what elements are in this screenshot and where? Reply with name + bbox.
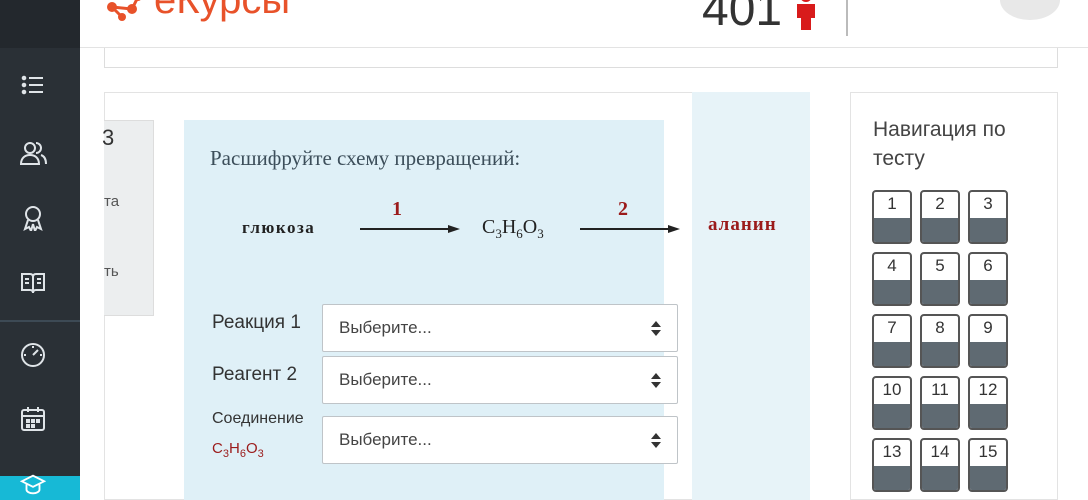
select-caret-icon xyxy=(651,433,661,449)
header: еКурсы 401 xyxy=(80,0,1088,48)
quiz-nav-button-number: 6 xyxy=(983,256,993,275)
quiz-nav-button-number: 15 xyxy=(978,442,998,461)
question-info: 3 та ть xyxy=(102,120,154,316)
quiz-nav-button-number: 3 xyxy=(983,194,993,213)
arrow-2-head xyxy=(668,225,680,233)
header-separator xyxy=(846,0,848,36)
arrow-1-label: 1 xyxy=(392,198,402,220)
quiz-nav-button-number: 7 xyxy=(887,318,897,337)
book-icon[interactable] xyxy=(18,268,48,298)
quiz-nav-button-state xyxy=(970,466,1006,490)
quiz-nav-button[interactable]: 10 xyxy=(872,376,912,430)
quiz-navigation-title: Навигация по тесту xyxy=(873,118,1006,170)
logo-icon xyxy=(107,0,140,21)
quiz-nav-button-state xyxy=(970,404,1006,428)
arrow-1-head xyxy=(448,225,460,233)
avatar[interactable] xyxy=(1000,0,1060,20)
sidebar-top xyxy=(0,0,80,48)
select-caret-icon xyxy=(651,321,661,337)
quiz-nav-button[interactable]: 4 xyxy=(872,252,912,306)
quiz-nav-button[interactable]: 11 xyxy=(920,376,960,430)
top-card xyxy=(104,48,1058,68)
scheme-start: глюкоза xyxy=(242,218,316,237)
quiz-nav-button[interactable]: 13 xyxy=(872,438,912,492)
sidebar-active-item[interactable] xyxy=(0,474,80,500)
reaction-1-select[interactable]: Выберите... xyxy=(322,304,678,352)
quiz-nav-button[interactable]: 6 xyxy=(968,252,1008,306)
quiz-nav-button-state xyxy=(874,342,910,366)
reagent-2-label: Реагент 2 xyxy=(212,364,298,385)
quiz-nav-button[interactable]: 1 xyxy=(872,190,912,244)
arrow-2-label: 2 xyxy=(618,198,628,220)
list-icon[interactable] xyxy=(18,70,48,100)
quiz-nav-button-number: 11 xyxy=(931,380,949,399)
question-side-strip xyxy=(692,92,810,500)
quiz-nav-button-state xyxy=(922,404,958,428)
question-text: Расшифруйте схему превращений: xyxy=(210,146,521,170)
dashboard-icon[interactable] xyxy=(18,340,48,370)
quiz-nav-button-state xyxy=(874,466,910,490)
compound-select[interactable]: Выберите... xyxy=(322,416,678,464)
quiz-nav-button-number: 10 xyxy=(882,380,902,399)
score-counter: 401 xyxy=(702,0,783,36)
quiz-nav-button-number: 4 xyxy=(887,256,897,275)
sidebar xyxy=(0,0,80,500)
quiz-nav-button[interactable]: 15 xyxy=(968,438,1008,492)
quiz-nav-button-state xyxy=(922,280,958,304)
quiz-nav-button-number: 13 xyxy=(882,442,902,461)
scheme-end: аланин xyxy=(708,214,777,235)
arrow-2 xyxy=(580,228,670,230)
quiz-nav-button[interactable]: 12 xyxy=(968,376,1008,430)
quiz-nav-button-number: 5 xyxy=(935,256,945,275)
quiz-nav-button-state xyxy=(874,280,910,304)
quiz-nav-button-state xyxy=(874,404,910,428)
reagent-2-select[interactable]: Выберите... xyxy=(322,356,678,404)
logo-text: еКурсы xyxy=(154,0,291,22)
users-icon[interactable] xyxy=(18,138,48,168)
quiz-nav-button-state xyxy=(922,218,958,242)
badge-icon[interactable] xyxy=(18,202,48,232)
quiz-nav-button[interactable]: 9 xyxy=(968,314,1008,368)
quiz-nav-button-state xyxy=(970,280,1006,304)
site-logo[interactable]: еКурсы xyxy=(102,0,290,23)
quiz-nav-button-number: 12 xyxy=(978,380,998,399)
sidebar-divider xyxy=(0,320,80,322)
quiz-nav-button[interactable]: 8 xyxy=(920,314,960,368)
select-caret-icon xyxy=(651,373,661,389)
graduation-icon xyxy=(20,474,46,495)
question-number: 3 xyxy=(102,125,115,150)
reaction-1-label: Реакция 1 xyxy=(212,312,301,333)
quiz-nav-button-number: 8 xyxy=(935,318,945,337)
quiz-nav-button[interactable]: 5 xyxy=(920,252,960,306)
quiz-nav-button[interactable]: 3 xyxy=(968,190,1008,244)
quiz-nav-button-state xyxy=(922,342,958,366)
quiz-nav-button-state xyxy=(970,218,1006,242)
quiz-nav-button-number: 9 xyxy=(983,318,993,337)
quiz-nav-button[interactable]: 14 xyxy=(920,438,960,492)
quiz-nav-button-number: 14 xyxy=(930,442,950,461)
calendar-icon[interactable] xyxy=(18,404,48,434)
compound-formula: C3H6O3 xyxy=(212,440,264,460)
arrow-1 xyxy=(360,228,450,230)
quiz-nav-button-number: 2 xyxy=(935,194,945,213)
quiz-nav-button[interactable]: 7 xyxy=(872,314,912,368)
person-icon xyxy=(797,0,815,30)
question-status: та xyxy=(104,193,120,210)
reaction-scheme: глюкоза 1 C3H6O3 2 xyxy=(184,198,680,260)
quiz-nav-button-state xyxy=(922,466,958,490)
quiz-nav-button-state xyxy=(970,342,1006,366)
compound-label: Соединение xyxy=(212,410,304,427)
quiz-nav-button-state xyxy=(874,218,910,242)
quiz-nav-button[interactable]: 2 xyxy=(920,190,960,244)
quiz-nav-button-number: 1 xyxy=(887,194,897,213)
flag-question-link[interactable]: ть xyxy=(104,263,119,280)
scheme-middle: C3H6O3 xyxy=(482,216,544,241)
